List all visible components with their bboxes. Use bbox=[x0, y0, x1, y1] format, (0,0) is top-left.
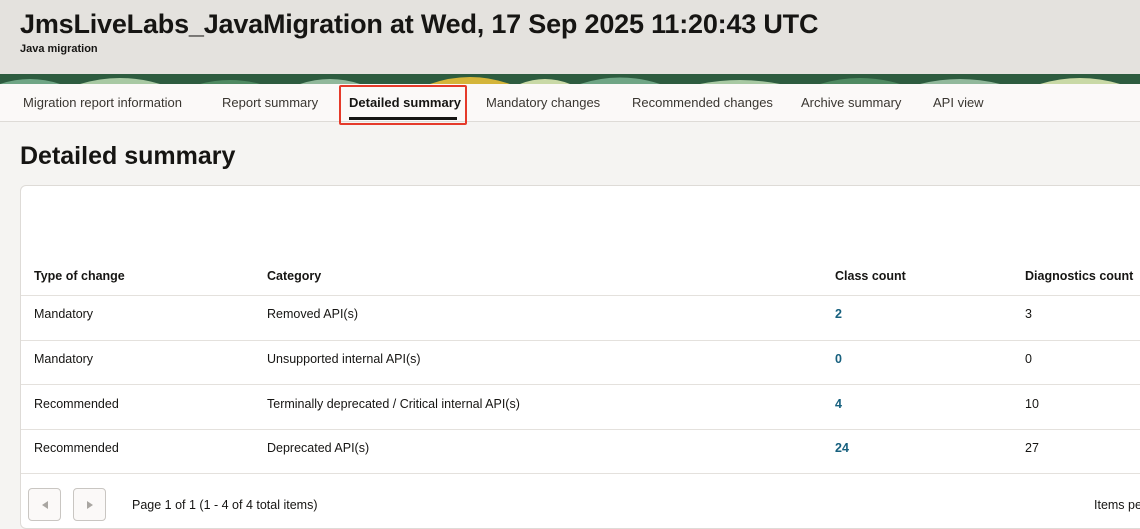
tab-highlight-box bbox=[339, 85, 467, 125]
cell-category: Unsupported internal API(s) bbox=[267, 352, 421, 366]
page-title: Detailed summary bbox=[20, 142, 236, 170]
summary-table-panel bbox=[20, 185, 1140, 529]
row-divider bbox=[21, 295, 1140, 296]
cell-type: Recommended bbox=[34, 441, 119, 455]
column-header-diagnostics-count[interactable]: Diagnostics count bbox=[1025, 269, 1133, 283]
column-header-category[interactable]: Category bbox=[267, 269, 321, 283]
cell-diagnostics-count: 27 bbox=[1025, 441, 1039, 455]
cell-diagnostics-count: 3 bbox=[1025, 307, 1032, 321]
pagination-summary: Page 1 of 1 (1 - 4 of 4 total items) bbox=[132, 498, 318, 512]
row-divider bbox=[21, 340, 1140, 341]
tab-bar: Migration report information Report summ… bbox=[0, 84, 1140, 122]
previous-page-button[interactable] bbox=[28, 488, 61, 521]
tab-mandatory-changes[interactable]: Mandatory changes bbox=[486, 84, 600, 122]
tab-recommended-changes[interactable]: Recommended changes bbox=[632, 84, 773, 122]
tab-api-view[interactable]: API view bbox=[933, 84, 984, 122]
cell-category: Terminally deprecated / Critical interna… bbox=[267, 397, 520, 411]
cell-type: Mandatory bbox=[34, 352, 94, 366]
row-divider bbox=[21, 429, 1140, 430]
cell-type: Mandatory bbox=[34, 307, 94, 321]
class-count-link[interactable]: 0 bbox=[835, 352, 842, 366]
cell-category: Deprecated API(s) bbox=[267, 441, 370, 455]
items-per-page-label: Items pe bbox=[1094, 498, 1140, 512]
next-page-button[interactable] bbox=[73, 488, 106, 521]
decorative-band bbox=[0, 74, 1140, 84]
cell-diagnostics-count: 10 bbox=[1025, 397, 1039, 411]
row-divider bbox=[21, 384, 1140, 385]
tab-report-summary[interactable]: Report summary bbox=[222, 84, 318, 122]
class-count-link[interactable]: 2 bbox=[835, 307, 842, 321]
cell-type: Recommended bbox=[34, 397, 119, 411]
column-header-class-count[interactable]: Class count bbox=[835, 269, 906, 283]
report-title: JmsLiveLabs_JavaMigration at Wed, 17 Sep… bbox=[20, 9, 819, 39]
report-subtitle: Java migration bbox=[20, 43, 98, 55]
chevron-right-icon bbox=[87, 501, 93, 509]
page-header: JmsLiveLabs_JavaMigration at Wed, 17 Sep… bbox=[0, 0, 1140, 84]
tab-archive-summary[interactable]: Archive summary bbox=[801, 84, 901, 122]
chevron-left-icon bbox=[42, 501, 48, 509]
column-header-type-of-change[interactable]: Type of change bbox=[34, 269, 125, 283]
class-count-link[interactable]: 24 bbox=[835, 441, 849, 455]
row-divider bbox=[21, 473, 1140, 474]
cell-diagnostics-count: 0 bbox=[1025, 352, 1032, 366]
class-count-link[interactable]: 4 bbox=[835, 397, 842, 411]
cell-category: Removed API(s) bbox=[267, 307, 359, 321]
tab-migration-report-information[interactable]: Migration report information bbox=[23, 84, 182, 122]
